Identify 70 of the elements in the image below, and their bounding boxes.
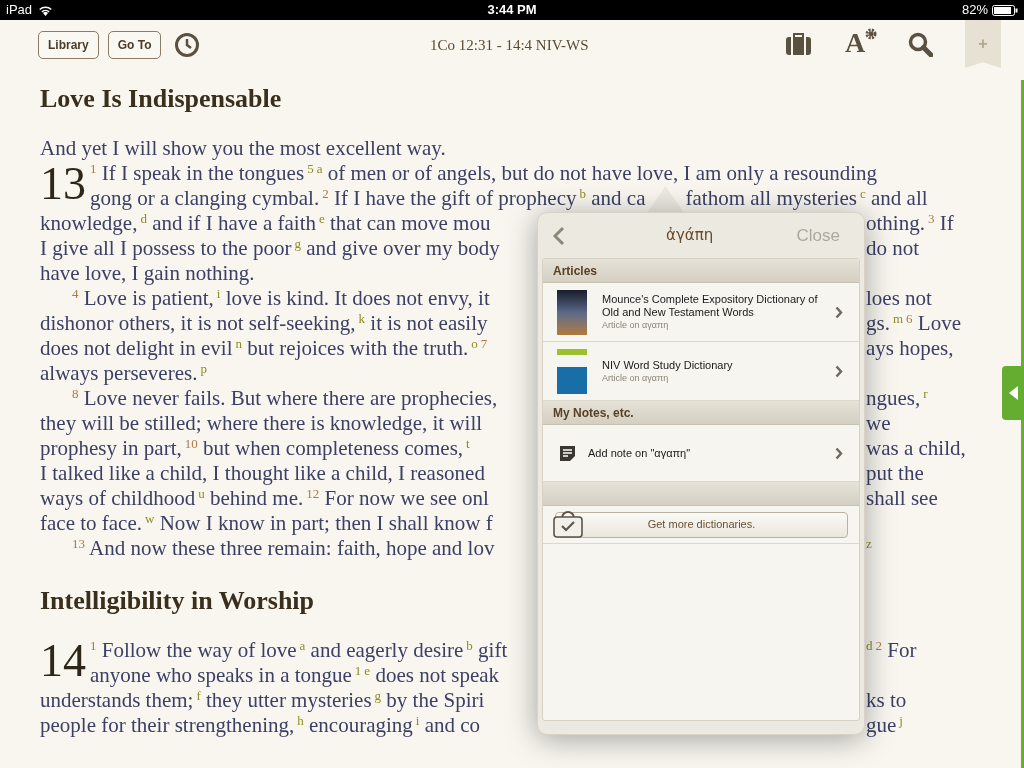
note-label: Add note on "αγαπη" — [588, 445, 692, 461]
font-settings-button[interactable]: A — [845, 28, 878, 58]
verse-text: shall see — [866, 486, 938, 511]
wifi-icon — [38, 4, 54, 16]
section-title: Articles — [553, 262, 598, 280]
back-chevron-icon[interactable] — [552, 225, 565, 246]
chapter-number: 14 — [40, 640, 86, 682]
verse-text: gong or a clanging cymbal.$^{2}$ If I have the gift of prophecy$^{b}$ and ca fathom all mysteries$^{c}$ and all — [90, 186, 928, 210]
verse-text: $^{4}$ Love is patient,$^{i}$ love is kind. It does not envy, it — [72, 286, 490, 310]
verse-text: people for their strengthening,$^{h}$ encouraging$^{i}$ and co — [40, 713, 481, 737]
status-time: 3:44 PM — [487, 1, 537, 19]
book-cover — [557, 348, 587, 394]
chevron-right-icon — [835, 305, 843, 319]
history-clock-icon[interactable] — [175, 33, 200, 57]
note-icon — [560, 445, 575, 461]
article-subtitle: Article on αγαπη — [602, 371, 670, 384]
section-title: My Notes, etc. — [553, 404, 634, 422]
verse-text: face to face.$^{w}$ Now I know in part; then I shall know f — [40, 511, 493, 535]
verse-text: was a child, — [866, 436, 966, 461]
popover-list-item[interactable]: Mounce's Complete Expository Dictionary of Old and New Testament Words Article on αγαπη — [543, 283, 859, 342]
device-name: iPad — [6, 1, 33, 19]
chevron-right-icon — [835, 364, 843, 378]
battery-percent: 82% — [961, 1, 988, 19]
verse-text: I give all I possess to the poor$^{g}$ and give over my body — [40, 236, 500, 260]
search-icon[interactable] — [908, 32, 933, 57]
verse-text: gs.$^{m}$ $^{6}$ Love — [866, 311, 961, 336]
verse-text: we — [866, 411, 891, 436]
verse-text: ngues,$^{r}$ — [866, 386, 928, 411]
verse-text: ays hopes, — [866, 336, 954, 361]
chevron-right-icon — [835, 446, 843, 460]
get-more-dictionaries-button[interactable]: Get more dictionaries. — [555, 511, 848, 538]
toolbar-button[interactable]: Go To — [107, 31, 162, 59]
article-subtitle: Article on αγαπη — [602, 319, 670, 331]
verse-text: knowledge,$^{d}$ and if I have a faith$^{e}$ that can move mou — [40, 211, 491, 235]
verse-text: loes not — [866, 286, 932, 311]
verse-text: anyone who speaks in a tongue$^{1}$ $^{e}$ does not speak — [90, 663, 500, 687]
gear-icon — [865, 28, 878, 40]
verse-text: gue$^{j}$ — [866, 713, 903, 738]
section-heading: Intelligibility in Worship — [40, 587, 316, 617]
side-panel-tab[interactable] — [1002, 366, 1024, 420]
verse-text: $^{8}$ Love never fails. But where there are prophecies, — [72, 386, 498, 410]
chapter-number: 13 — [40, 163, 86, 205]
popover-title: ἀγάπη — [666, 225, 714, 246]
verse-text: prophesy in part,$^{10}$ but when completeness comes,$^{t}$ — [40, 436, 470, 460]
toolbar-button[interactable]: Library — [38, 31, 99, 59]
verse-text: And yet I will show you the most excellent way. — [40, 136, 446, 160]
verse-text: othing.$^{3}$ If — [866, 211, 954, 236]
verse-text: dishonor others, it is not self-seeking,$^{k}$ it is not easily — [40, 311, 488, 335]
verse-text: z — [866, 536, 872, 553]
left-triangle-icon — [1008, 386, 1018, 400]
shopping-bag-check-icon — [553, 511, 583, 538]
verse-text: always perseveres.$^{p}$ — [40, 361, 207, 385]
section-heading: Love Is Indispensable — [40, 85, 283, 115]
verse-text: $^{1}$ Follow the way of love$^{a}$ and eagerly desire$^{b}$ gift — [90, 638, 508, 662]
verse-text: I talked like a child, I thought like a child, I reasoned — [40, 461, 485, 485]
verse-text: understands them;$^{f}$ they utter mysteries$^{g}$ by the Spiri — [40, 688, 485, 712]
passage-reference: 1Co 12:31 - 14:4 NIV-WS — [430, 36, 589, 55]
verse-text: have love, I gain nothing. — [40, 261, 255, 285]
verse-text: they will be stilled; where there is knowledge, it will — [40, 411, 483, 435]
verse-text: ways of childhood$^{u}$ behind me.$^{12}$ For now we see onl — [40, 486, 489, 510]
verse-text: ks to — [866, 688, 907, 713]
book-cover — [557, 289, 587, 335]
verse-text: $^{1}$ If I speak in the tongues$^{5}$ $^{a}$ of men or of angels, but do not have love, I am only a resounding — [90, 161, 878, 185]
verse-text: $^{13}$ And now these three remain: faith, hope and lov — [72, 536, 495, 560]
briefcase-icon[interactable] — [786, 32, 811, 55]
article-title: NIV Word Study Dictionary — [602, 358, 734, 372]
article-title: Mounce's Complete Expository Dictionary of Old and New Testament Words — [602, 293, 819, 319]
verse-text: do not — [866, 236, 920, 261]
verse-text: put the — [866, 461, 924, 486]
battery-icon — [992, 4, 1018, 16]
